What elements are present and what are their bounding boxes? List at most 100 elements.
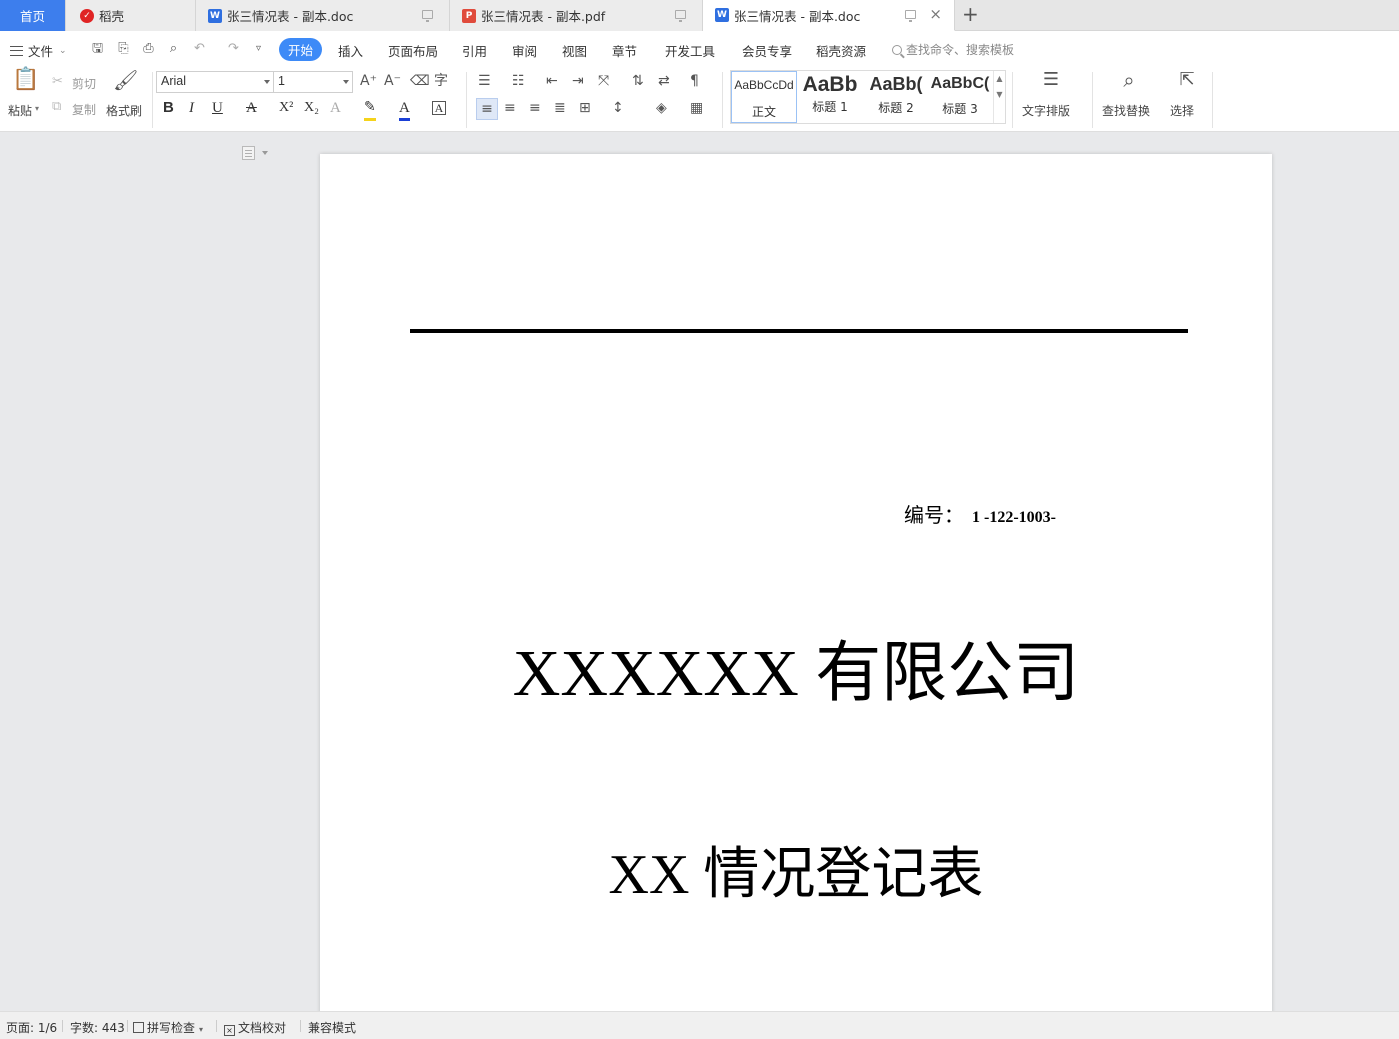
style-heading-3[interactable]: AaBbC( 标题 3 <box>927 71 993 123</box>
command-search[interactable]: 查找命令、搜索模板 <box>892 41 1014 58</box>
text-direction-icon[interactable]: ⇄ <box>658 72 670 90</box>
show-marks-icon[interactable]: ¶ <box>690 72 699 90</box>
phonetic-guide-icon[interactable]: 字 <box>434 72 448 90</box>
page-indicator[interactable]: 页面: 1/6 <box>6 1019 57 1036</box>
distributed-align-icon[interactable]: ⊞ <box>579 99 591 117</box>
font-name-select[interactable]: Arial <box>156 71 274 93</box>
proofread-button[interactable]: × 文档校对 <box>224 1019 286 1036</box>
superscript-icon[interactable]: X² <box>279 98 293 118</box>
menu-member[interactable]: 会员专享 <box>742 41 792 60</box>
style-gallery-scroll[interactable]: ▲ ▼ <box>993 71 1005 123</box>
style-heading-2[interactable]: AaBb( 标题 2 <box>863 71 929 123</box>
print-preview-icon[interactable]: ⌕ <box>166 41 181 56</box>
format-painter-button[interactable]: 格式刷 <box>106 102 142 119</box>
style-normal[interactable]: AaBbCcDd 正文 <box>731 71 797 123</box>
document-canvas[interactable]: 编号： 1 -122-1003- XXXXXX 有限公司 XX 情况登记表 <box>0 132 1399 1011</box>
save-icon[interactable]: 🖫 <box>90 41 105 56</box>
find-replace-icon[interactable]: ⌕ <box>1116 70 1142 97</box>
character-border-icon[interactable]: A <box>432 101 446 115</box>
style-heading-1[interactable]: AaBb 标题 1 <box>797 71 863 123</box>
chevron-up-icon[interactable]: ▲ <box>996 74 1002 83</box>
proofread-icon: × <box>224 1025 235 1036</box>
menu-daoke-resources[interactable]: 稻壳资源 <box>816 41 866 60</box>
paste-dropdown-icon[interactable]: ▾ <box>35 104 39 113</box>
shading-icon[interactable]: ◈ <box>656 99 667 117</box>
menu-home[interactable]: 开始 <box>279 38 323 61</box>
increase-indent-icon[interactable]: ⇥ <box>572 72 584 90</box>
wps-writer-window: 首页 ✓ 稻壳 W 张三情况表 - 副本.doc P 张三情况表 - 副本.pd… <box>0 0 1399 1039</box>
file-menu-button[interactable]: 文件 ⌄ <box>10 41 67 60</box>
tab-doc-active[interactable]: W 张三情况表 - 副本.doc × <box>703 0 955 31</box>
find-replace-button[interactable]: 查找替换 <box>1102 102 1150 119</box>
menu-insert[interactable]: 插入 <box>338 41 363 60</box>
menu-section[interactable]: 章节 <box>612 41 637 60</box>
spell-check-toggle[interactable]: 拼写检查 ▾ <box>133 1019 203 1036</box>
menu-view[interactable]: 视图 <box>562 41 587 60</box>
highlight-icon[interactable]: ✎ <box>364 98 376 121</box>
justify-icon[interactable]: ≣ <box>554 99 566 117</box>
paste-button[interactable]: 粘贴 <box>8 102 32 119</box>
subscript-icon[interactable]: X₂ <box>304 98 319 118</box>
numbered-list-icon[interactable]: ☷ <box>512 72 525 90</box>
print-icon[interactable]: ⎙ <box>141 41 156 56</box>
select-cursor-icon[interactable]: ⇱ <box>1174 71 1200 97</box>
align-right-icon[interactable]: ≡ <box>529 99 541 117</box>
compat-mode-label: 兼容模式 <box>308 1021 357 1035</box>
align-center-icon[interactable]: ≡ <box>504 99 516 117</box>
font-color-icon[interactable]: A <box>399 98 410 121</box>
customize-quick-access-icon[interactable]: ▿ <box>251 41 266 56</box>
new-tab-button[interactable]: + <box>962 4 979 24</box>
style-normal-sample: AaBbCcDd <box>734 78 794 92</box>
text-layout-icon[interactable]: ☰ <box>1038 71 1064 97</box>
close-tab-icon[interactable]: × <box>929 7 942 22</box>
word-count[interactable]: 字数: 443 <box>70 1019 125 1036</box>
chevron-down-icon[interactable] <box>262 151 268 155</box>
chevron-down-icon[interactable]: ▾ <box>199 1025 203 1034</box>
decrease-indent-icon[interactable]: ⇤ <box>546 72 558 90</box>
chevron-down-icon[interactable]: ▼ <box>996 90 1002 99</box>
tab-pdf-copy[interactable]: P 张三情况表 - 副本.pdf <box>450 0 703 31</box>
text-layout-button[interactable]: 文字排版 <box>1022 102 1070 119</box>
navigation-pane-icon[interactable] <box>242 146 255 160</box>
cut-button[interactable]: 剪切 <box>72 75 96 92</box>
menu-page-layout[interactable]: 页面布局 <box>388 41 438 60</box>
font-size-select[interactable]: 1 <box>273 71 353 93</box>
tab-daoke[interactable]: ✓ 稻壳 <box>66 0 196 31</box>
strikethrough-icon[interactable]: A <box>246 98 257 118</box>
bullet-list-icon[interactable]: ☰ <box>478 72 491 90</box>
redo-icon[interactable]: ↷ <box>226 41 241 56</box>
shrink-font-icon[interactable]: A⁻ <box>384 72 401 90</box>
italic-icon[interactable]: I <box>189 98 194 118</box>
paste-icon[interactable]: 📋 <box>12 69 39 97</box>
cloud-sync-icon[interactable] <box>675 10 686 22</box>
status-divider <box>62 1020 63 1032</box>
menu-review[interactable]: 审阅 <box>512 41 537 60</box>
chinese-layout-icon[interactable]: ⤧ <box>598 72 609 90</box>
save-as-icon[interactable]: ⎘ <box>116 41 131 56</box>
cloud-sync-icon[interactable] <box>905 10 916 22</box>
font-name-value: Arial <box>161 74 187 88</box>
checkbox-icon <box>133 1022 144 1033</box>
chevron-down-icon <box>343 80 349 84</box>
tab-doc-copy[interactable]: W 张三情况表 - 副本.doc <box>196 0 450 31</box>
text-effect-icon[interactable]: A <box>330 98 341 118</box>
undo-icon[interactable]: ↶ <box>192 41 207 56</box>
document-page[interactable]: 编号： 1 -122-1003- XXXXXX 有限公司 XX 情况登记表 <box>320 154 1272 1011</box>
word-doc-icon: W <box>715 8 729 22</box>
menu-developer[interactable]: 开发工具 <box>665 41 715 60</box>
grow-font-icon[interactable]: A⁺ <box>360 72 377 90</box>
select-button[interactable]: 选择 <box>1170 102 1194 119</box>
cloud-sync-icon[interactable] <box>422 10 433 22</box>
tab-home[interactable]: 首页 <box>0 0 66 31</box>
chevron-down-icon <box>264 80 270 84</box>
bold-icon[interactable]: B <box>163 98 174 118</box>
underline-icon[interactable]: U <box>212 98 223 118</box>
copy-button[interactable]: 复制 <box>72 101 96 118</box>
line-spacing-icon[interactable]: ↕ <box>612 99 624 117</box>
clear-format-icon[interactable]: ⌫ <box>410 72 430 90</box>
borders-icon[interactable]: ▦ <box>690 99 703 117</box>
sort-icon[interactable]: ⇅ <box>632 72 644 90</box>
format-painter-icon[interactable]: 🖌 <box>113 70 138 97</box>
align-left-icon[interactable]: ≡ <box>476 98 498 120</box>
menu-references[interactable]: 引用 <box>462 41 487 60</box>
